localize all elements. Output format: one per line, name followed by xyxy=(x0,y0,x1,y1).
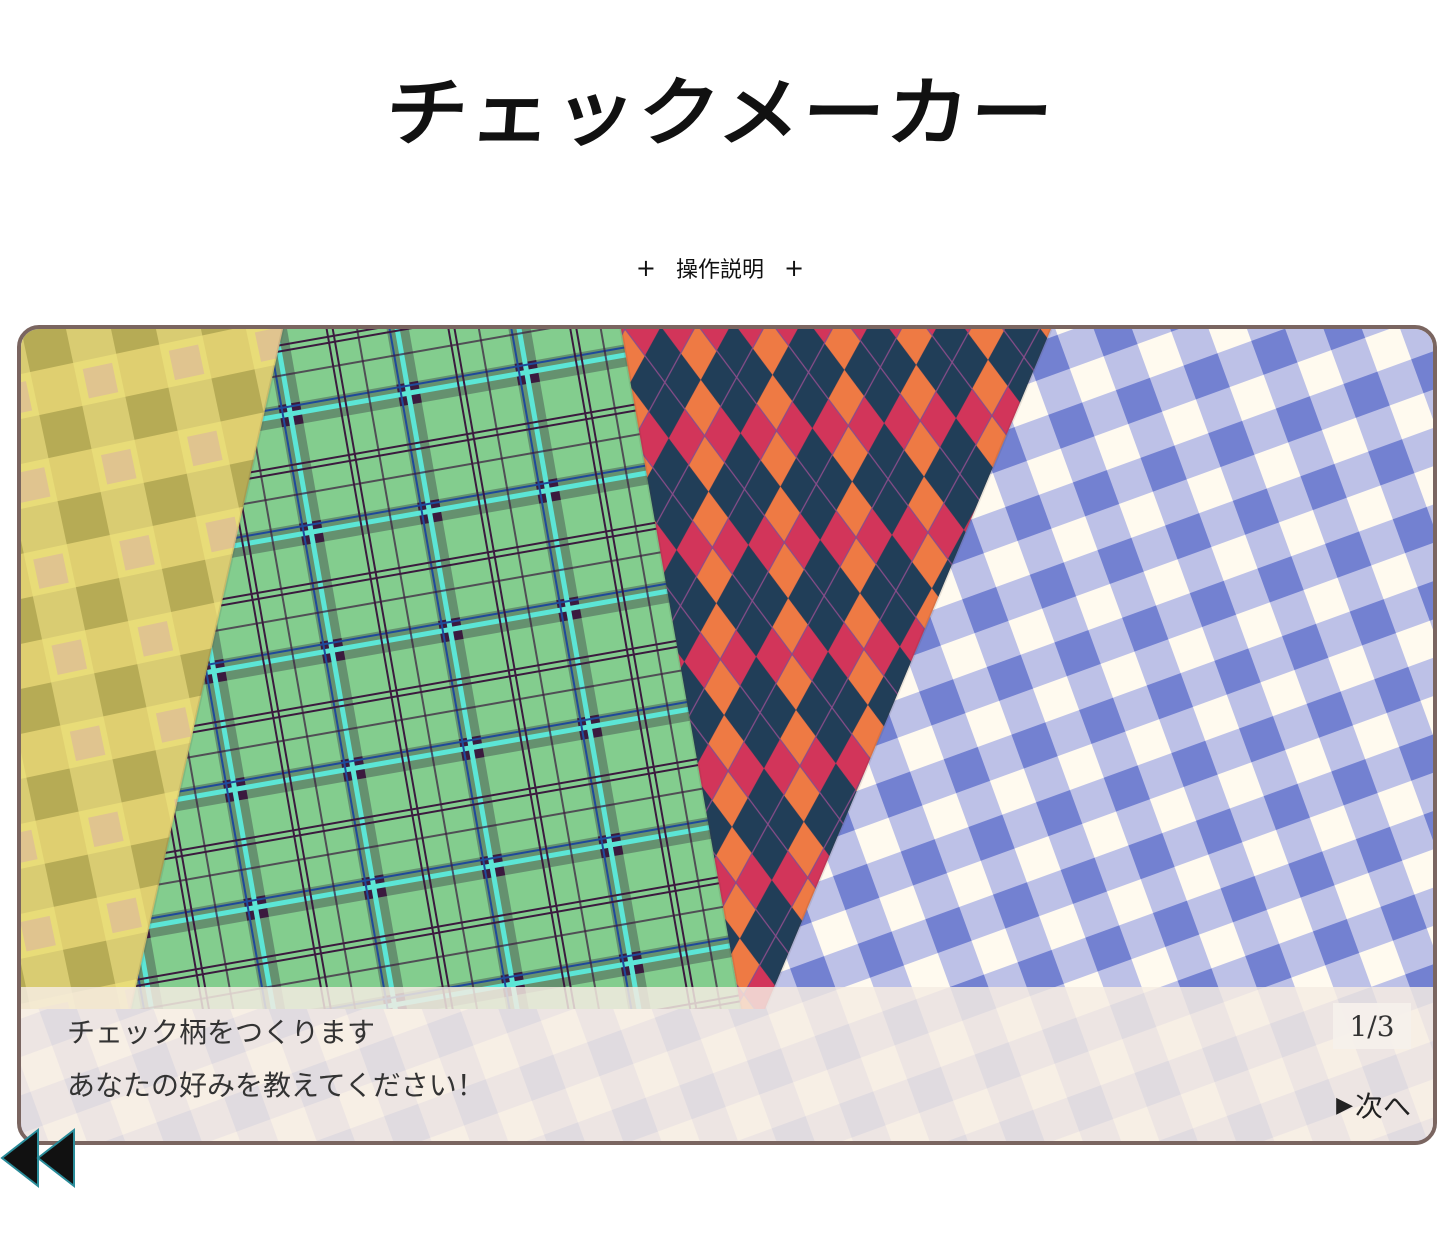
help-label: 操作説明 xyxy=(675,258,764,283)
app-title: チェックメーカー xyxy=(382,68,1058,158)
pattern-stage: チェック柄をつくります あなたの好みを教えてください！ 1/3 ▶ 次へ xyxy=(17,325,1437,1145)
play-triangle-icon: ▶ xyxy=(1336,1092,1353,1118)
plus-icon-right: + xyxy=(784,254,805,282)
page-indicator: 1/3 xyxy=(1333,1003,1411,1049)
next-button[interactable]: ▶ 次へ xyxy=(1336,1085,1411,1125)
title-area: チェックメーカー xyxy=(0,48,1440,178)
message-dialog: チェック柄をつくります あなたの好みを教えてください！ 1/3 ▶ 次へ xyxy=(21,987,1433,1141)
message-line-1: チェック柄をつくります xyxy=(67,1016,376,1049)
rewind-icon xyxy=(0,1127,75,1189)
rewind-button[interactable] xyxy=(0,1126,78,1190)
message-line-2: あなたの好みを教えてください！ xyxy=(67,1069,485,1102)
help-toggle[interactable]: + 操作説明 + xyxy=(0,252,1440,284)
next-label: 次へ xyxy=(1354,1090,1411,1123)
plus-icon-left: + xyxy=(635,254,656,282)
